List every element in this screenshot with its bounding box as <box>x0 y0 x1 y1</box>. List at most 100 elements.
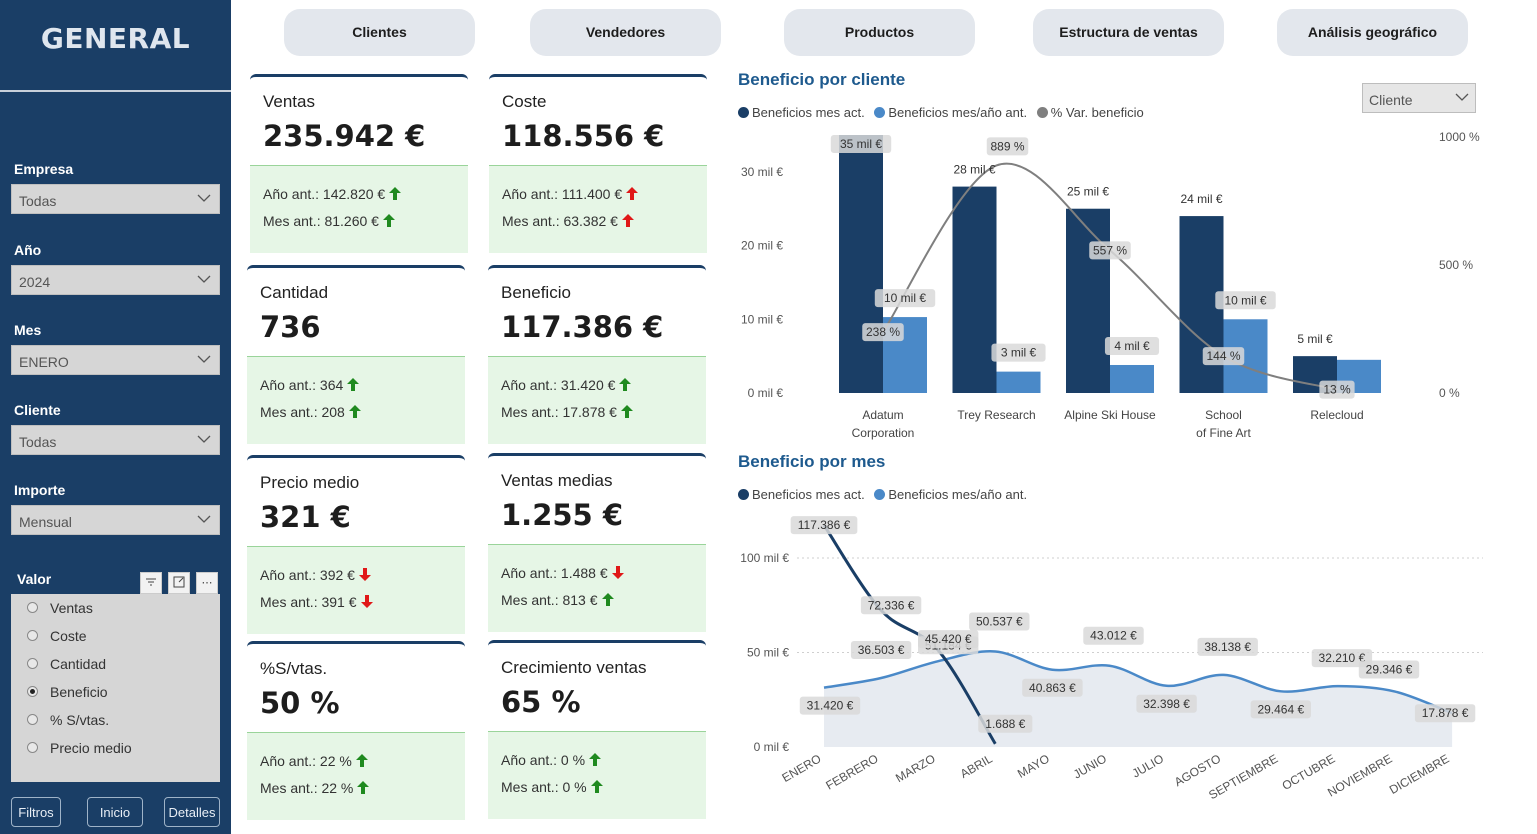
focus-mode-icon[interactable] <box>168 572 190 594</box>
x-tick-label: Alpine Ski House <box>1064 408 1156 422</box>
kpi-prev-year-text: Año ant.: 31.420 € <box>501 377 616 393</box>
sidebar: GENERAL Empresa Todas Año 2024 Mes ENERO… <box>0 0 231 834</box>
cliente-dropdown[interactable]: Cliente <box>1362 83 1476 113</box>
x-tick-label: Corporation <box>852 426 915 440</box>
kpi-prev-month: Mes ant.: 391 € <box>260 594 373 610</box>
arrow-up-icon <box>621 214 634 227</box>
valor-option-cantidad[interactable]: Cantidad <box>11 653 220 673</box>
kpi-comparison: Año ant.: 0 % Mes ant.: 0 % <box>488 731 706 819</box>
kpi-prev-month-text: Mes ant.: 17.878 € <box>501 404 617 420</box>
kpi-title: Cantidad <box>260 283 329 302</box>
cliente-dropdown-value: Cliente <box>1369 92 1413 108</box>
data-label: 28 mil € <box>953 163 995 177</box>
kpi-comparison: Año ant.: 364 Mes ant.: 208 <box>247 356 465 444</box>
valor-option-ventas[interactable]: Ventas <box>11 597 220 617</box>
valor-option-beneficio[interactable]: Beneficio <box>11 681 220 701</box>
filter-label-anio: Año <box>14 242 42 258</box>
kpi-prev-month: Mes ant.: 81.260 € <box>263 213 395 229</box>
tab-clientes[interactable]: Clientes <box>284 9 475 56</box>
data-label: 35 mil € <box>840 137 882 151</box>
kpi-card: Ventas 235.942 € Año ant.: 142.820 € Mes an… <box>250 74 468 253</box>
kpi-card: Precio medio 321 € Año ant.: 392 € Mes ant.… <box>247 455 465 634</box>
data-label: 25 mil € <box>1067 185 1109 199</box>
pct-label: 144 % <box>1206 349 1240 363</box>
arrow-up-icon <box>601 593 614 606</box>
kpi-value: 736 <box>260 310 321 344</box>
legend-label: % Var. beneficio <box>1050 105 1144 120</box>
kpi-prev-year: Año ant.: 1.488 € <box>501 565 624 581</box>
pct-label: 889 % <box>990 139 1024 153</box>
legend-item: Beneficios mes act. <box>738 487 865 502</box>
kpi-prev-month-text: Mes ant.: 208 <box>260 404 345 420</box>
data-label: 3 mil € <box>1001 346 1037 360</box>
kpi-prev-year-text: Año ant.: 142.820 € <box>263 186 386 202</box>
bar-previous <box>1110 364 1154 393</box>
radio-icon <box>27 602 38 613</box>
previous-data-label: 36.503 € <box>858 643 905 657</box>
empresa-select[interactable]: Todas <box>11 184 220 214</box>
tab-analisis-geografico[interactable]: Análisis geográfico <box>1277 9 1468 56</box>
previous-data-label: 38.138 € <box>1204 640 1251 654</box>
valor-option-label: Cantidad <box>50 656 107 672</box>
kpi-value: 321 € <box>260 500 351 534</box>
chevron-down-icon <box>197 515 211 523</box>
kpi-prev-year-text: Año ant.: 392 € <box>260 567 355 583</box>
legend-dot-icon <box>738 489 749 500</box>
previous-data-label: 29.464 € <box>1257 702 1304 716</box>
y2-tick-label: 500 % <box>1439 258 1473 272</box>
legend-dot-icon <box>874 107 886 118</box>
kpi-comparison: Año ant.: 31.420 € Mes ant.: 17.878 € <box>488 356 706 444</box>
kpi-prev-year: Año ant.: 142.820 € <box>263 186 402 202</box>
valor-option-pct-svtas[interactable]: % S/vtas. <box>11 709 220 729</box>
bar-current <box>839 135 883 393</box>
radio-icon <box>27 742 38 753</box>
arrow-up-icon <box>382 214 395 227</box>
chevron-down-icon <box>197 435 211 443</box>
mes-select[interactable]: ENERO <box>11 345 220 375</box>
data-label: 10 mil € <box>1224 293 1266 307</box>
arrow-up-icon <box>348 405 361 418</box>
importe-select[interactable]: Mensual <box>11 505 220 535</box>
detalles-button[interactable]: Detalles <box>164 797 220 827</box>
anio-select-value: 2024 <box>19 274 51 290</box>
kpi-prev-year-text: Año ant.: 0 % <box>501 752 586 768</box>
x-tick-label: FEBRERO <box>823 751 880 792</box>
kpi-card: Ventas medias 1.255 € Año ant.: 1.488 € Mes… <box>488 453 706 632</box>
valor-option-precio-medio[interactable]: Precio medio <box>11 737 220 757</box>
filtros-button[interactable]: Filtros <box>11 797 61 827</box>
mes-select-value: ENERO <box>19 354 69 370</box>
kpi-value: 235.942 € <box>263 119 426 153</box>
pct-label: 13 % <box>1323 383 1351 397</box>
valor-option-label: Coste <box>50 628 87 644</box>
legend-dot-icon <box>1036 107 1048 118</box>
kpi-value: 65 % <box>501 685 581 719</box>
kpi-comparison: Año ant.: 142.820 € Mes ant.: 81.260 € <box>250 165 468 253</box>
kpi-prev-month: Mes ant.: 22 % <box>260 780 370 796</box>
filter-icon[interactable] <box>140 572 162 594</box>
cliente-select-value: Todas <box>19 434 57 450</box>
kpi-prev-year: Año ant.: 111.400 € <box>502 186 639 202</box>
kpi-prev-month: Mes ant.: 17.878 € <box>501 404 633 420</box>
kpi-prev-year: Año ant.: 0 % <box>501 752 602 768</box>
more-options-icon[interactable]: ⋯ <box>196 572 218 594</box>
arrow-up-icon <box>620 405 633 418</box>
title-divider <box>0 90 231 92</box>
tab-vendedores[interactable]: Vendedores <box>530 9 721 56</box>
kpi-comparison: Año ant.: 111.400 € Mes ant.: 63.382 € <box>489 165 707 253</box>
x-tick-label: MAYO <box>1015 751 1052 780</box>
month-chart-legend: Beneficios mes act. Beneficios mes/año a… <box>738 487 1033 502</box>
inicio-button[interactable]: Inicio <box>87 797 143 827</box>
kpi-prev-year-text: Año ant.: 111.400 € <box>502 186 623 202</box>
kpi-prev-year-text: Año ant.: 1.488 € <box>501 565 608 581</box>
valor-label: Valor <box>17 571 52 587</box>
tab-estructura-ventas[interactable]: Estructura de ventas <box>1033 9 1224 56</box>
cliente-select[interactable]: Todas <box>11 425 220 455</box>
legend-item: Beneficios mes/año ant. <box>874 487 1027 502</box>
legend-label: Beneficios mes act. <box>752 105 865 120</box>
valor-option-coste[interactable]: Coste <box>11 625 220 645</box>
x-tick-label: ABRIL <box>958 751 995 781</box>
arrow-up-icon <box>619 378 632 391</box>
tab-productos[interactable]: Productos <box>784 9 975 56</box>
legend-label: Beneficios mes/año ant. <box>888 487 1028 502</box>
anio-select[interactable]: 2024 <box>11 265 220 295</box>
